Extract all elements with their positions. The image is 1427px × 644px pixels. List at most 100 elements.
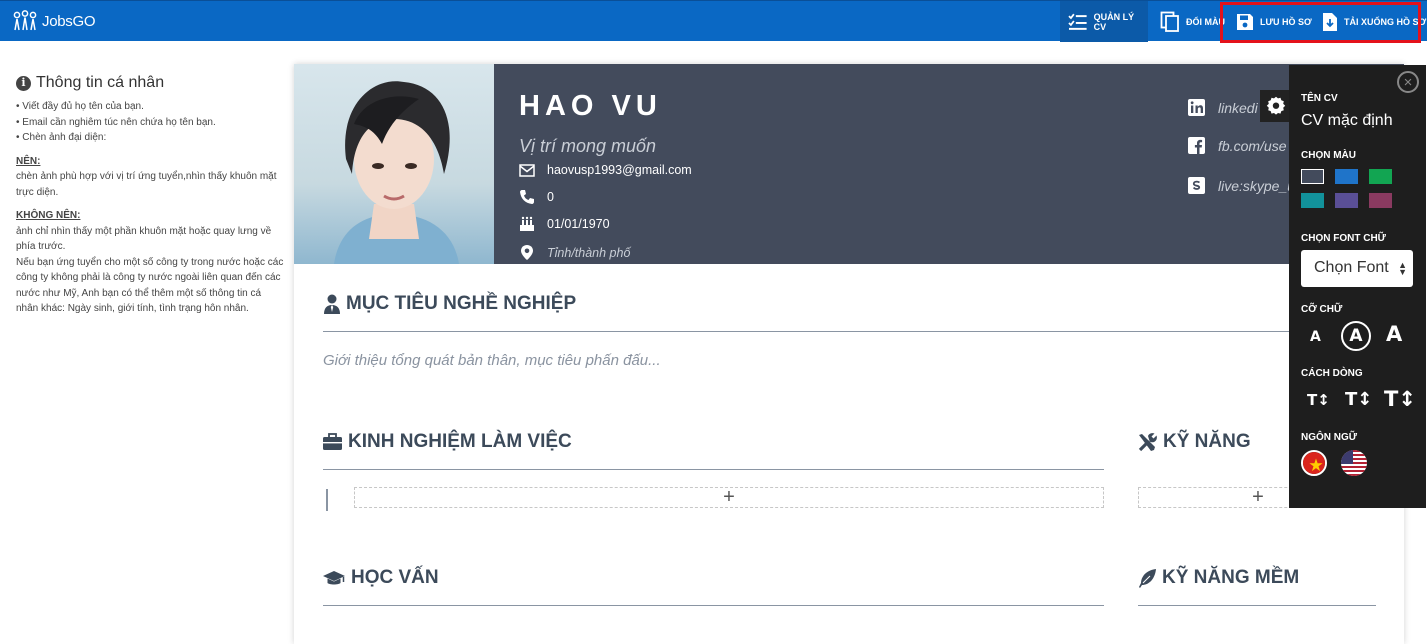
- section-title-skills[interactable]: KỸ NĂNG: [1137, 431, 1251, 453]
- profile-photo[interactable]: [294, 64, 494, 264]
- linkedin-field[interactable]: linkedi: [1187, 98, 1258, 117]
- facebook-icon: [1188, 137, 1205, 154]
- should-text: chèn ảnh phù hợp với vị trí ứng tuyển,nh…: [16, 171, 277, 198]
- divider: [323, 331, 1376, 332]
- color-swatch[interactable]: [1335, 169, 1358, 184]
- phone-field[interactable]: 0: [519, 189, 554, 205]
- profile-photo-image: [334, 81, 459, 264]
- cv-full-name[interactable]: HAO VU: [519, 90, 662, 123]
- feather-icon: [1139, 568, 1156, 588]
- email-value: haovusp1993@gmail.com: [547, 163, 692, 177]
- jobsgo-logo[interactable]: JobsGO: [12, 10, 96, 32]
- should-not-text: ảnh chỉ nhìn thấy một phần khuôn mặt hoặ…: [16, 225, 272, 253]
- change-color-button[interactable]: ĐỔI MÀU: [1158, 1, 1225, 42]
- graduation-cap-icon: [323, 570, 345, 584]
- color-swatch[interactable]: [1301, 193, 1324, 208]
- font-size-large-button[interactable]: A: [1386, 322, 1402, 346]
- objective-title: MỤC TIÊU NGHỀ NGHIỆP: [346, 293, 577, 314]
- tips-panel: i Thông tin cá nhân • Viết đầy đủ họ tên…: [16, 73, 286, 317]
- font-select[interactable]: Chọn Font ▲ ▼: [1301, 250, 1413, 287]
- user-tie-icon: [324, 294, 340, 314]
- font-size-label: CỠ CHỮ: [1301, 304, 1343, 315]
- line-spacing-medium-button[interactable]: T↕: [1345, 389, 1372, 410]
- extra-tip-text: Nếu bạn ứng tuyển cho một số công ty tro…: [16, 256, 284, 315]
- copy-icon: [1160, 11, 1179, 32]
- experience-title: KINH NGHIỆM LÀM VIỆC: [348, 431, 572, 452]
- divider: [323, 469, 1104, 470]
- skype-field[interactable]: live:skype_u: [1187, 176, 1295, 195]
- location-pin-icon: [521, 245, 533, 260]
- manage-cv-label: QUẢN LÝ CV: [1093, 11, 1135, 32]
- education-title: HỌC VẤN: [351, 567, 439, 588]
- phone-value: 0: [547, 190, 554, 204]
- color-swatch[interactable]: [1369, 169, 1392, 184]
- checklist-icon: [1068, 13, 1087, 30]
- facebook-field[interactable]: fb.com/use: [1187, 136, 1286, 155]
- manage-cv-button[interactable]: QUẢN LÝ CV: [1060, 1, 1148, 42]
- section-title-experience[interactable]: KINH NGHIỆM LÀM VIỆC: [322, 431, 572, 453]
- linkedin-value: linkedi: [1218, 99, 1258, 116]
- desired-position-field[interactable]: Vị trí mong muốn: [519, 136, 656, 157]
- tip-line: • Email cần nghiêm túc nên chứa họ tên b…: [16, 116, 216, 128]
- color-swatch[interactable]: [1301, 169, 1324, 184]
- birthday-cake-icon: [520, 216, 534, 231]
- timeline-bar: [326, 489, 328, 511]
- top-navbar: JobsGO QUẢN LÝ CV ĐỔI MÀU LƯU HỒ SƠ TẢI …: [0, 0, 1427, 42]
- facebook-value: fb.com/use: [1218, 137, 1287, 154]
- vietnam-flag-button[interactable]: [1301, 450, 1327, 476]
- cv-name-field[interactable]: CV mặc định: [1301, 112, 1393, 130]
- font-size-small-button[interactable]: A: [1310, 329, 1321, 345]
- cv-document: HAO VU Vị trí mong muốn haovusp1993@gmai…: [294, 64, 1404, 644]
- objective-textarea[interactable]: Giới thiệu tổng quát bản thân, mục tiêu …: [323, 352, 661, 369]
- section-title-objective[interactable]: MỤC TIÊU NGHỀ NGHIỆP: [323, 293, 576, 315]
- header-settings-button[interactable]: [1260, 90, 1292, 122]
- add-experience-button[interactable]: +: [354, 486, 1104, 508]
- font-label: CHỌN FONT CHỮ: [1301, 233, 1386, 244]
- close-panel-button[interactable]: ×: [1397, 71, 1419, 93]
- info-icon: i: [16, 75, 31, 91]
- section-title-soft-skills[interactable]: KỸ NĂNG MỀM: [1137, 567, 1299, 589]
- tips-title: i Thông tin cá nhân: [16, 73, 286, 93]
- language-label: NGÔN NGỮ: [1301, 432, 1358, 443]
- close-icon: ×: [1403, 73, 1413, 91]
- tip-line: • Viết đầy đủ họ tên của bạn.: [16, 101, 144, 112]
- line-spacing-small-button[interactable]: T↕: [1307, 391, 1330, 409]
- highlight-box: [1220, 2, 1421, 43]
- color-label: CHỌN MÀU: [1301, 150, 1356, 161]
- section-title-education[interactable]: HỌC VẤN: [322, 567, 439, 589]
- cv-name-label: TÊN CV: [1301, 93, 1338, 104]
- people-logo-icon: [13, 10, 37, 31]
- city-value: Tỉnh/thành phố: [547, 245, 631, 260]
- vietnam-flag-icon: [1303, 452, 1325, 474]
- skype-value: live:skype_u: [1218, 177, 1296, 194]
- font-select-value: Chọn Font: [1314, 259, 1389, 276]
- gear-icon: [1266, 96, 1286, 115]
- skype-icon: [1188, 177, 1205, 194]
- plus-icon: +: [1252, 486, 1264, 508]
- should-not-heading: KHÔNG NÊN:: [16, 210, 81, 221]
- usa-flag-icon: [1341, 450, 1367, 476]
- line-spacing-label: CÁCH DÒNG: [1301, 368, 1363, 379]
- linkedin-icon: [1188, 99, 1205, 116]
- soft-skills-title: KỸ NĂNG MỀM: [1162, 567, 1300, 588]
- phone-icon: [520, 190, 534, 204]
- color-swatch[interactable]: [1335, 193, 1358, 208]
- plus-icon: +: [723, 486, 735, 508]
- city-field[interactable]: Tỉnh/thành phố: [519, 244, 630, 261]
- color-swatch[interactable]: [1369, 193, 1392, 208]
- usa-flag-button[interactable]: [1341, 450, 1367, 476]
- cv-settings-panel: × TÊN CV CV mặc định CHỌN MÀU CHỌN FONT …: [1289, 65, 1426, 508]
- line-spacing-large-button[interactable]: T↕: [1384, 387, 1416, 411]
- envelope-icon: [519, 163, 535, 177]
- cv-header: HAO VU Vị trí mong muốn haovusp1993@gmai…: [294, 64, 1404, 264]
- divider: [323, 605, 1104, 606]
- tips-title-text: Thông tin cá nhân: [36, 74, 165, 91]
- select-caret-icon: ▲ ▼: [1398, 260, 1407, 277]
- tools-icon: [1138, 432, 1157, 451]
- font-size-medium-button[interactable]: A: [1341, 321, 1371, 351]
- birthday-value: 01/01/1970: [547, 217, 610, 231]
- divider: [1138, 605, 1376, 606]
- birthday-field[interactable]: 01/01/1970: [519, 216, 610, 232]
- email-field[interactable]: haovusp1993@gmail.com: [519, 163, 692, 177]
- logo-text: JobsGO: [42, 12, 96, 30]
